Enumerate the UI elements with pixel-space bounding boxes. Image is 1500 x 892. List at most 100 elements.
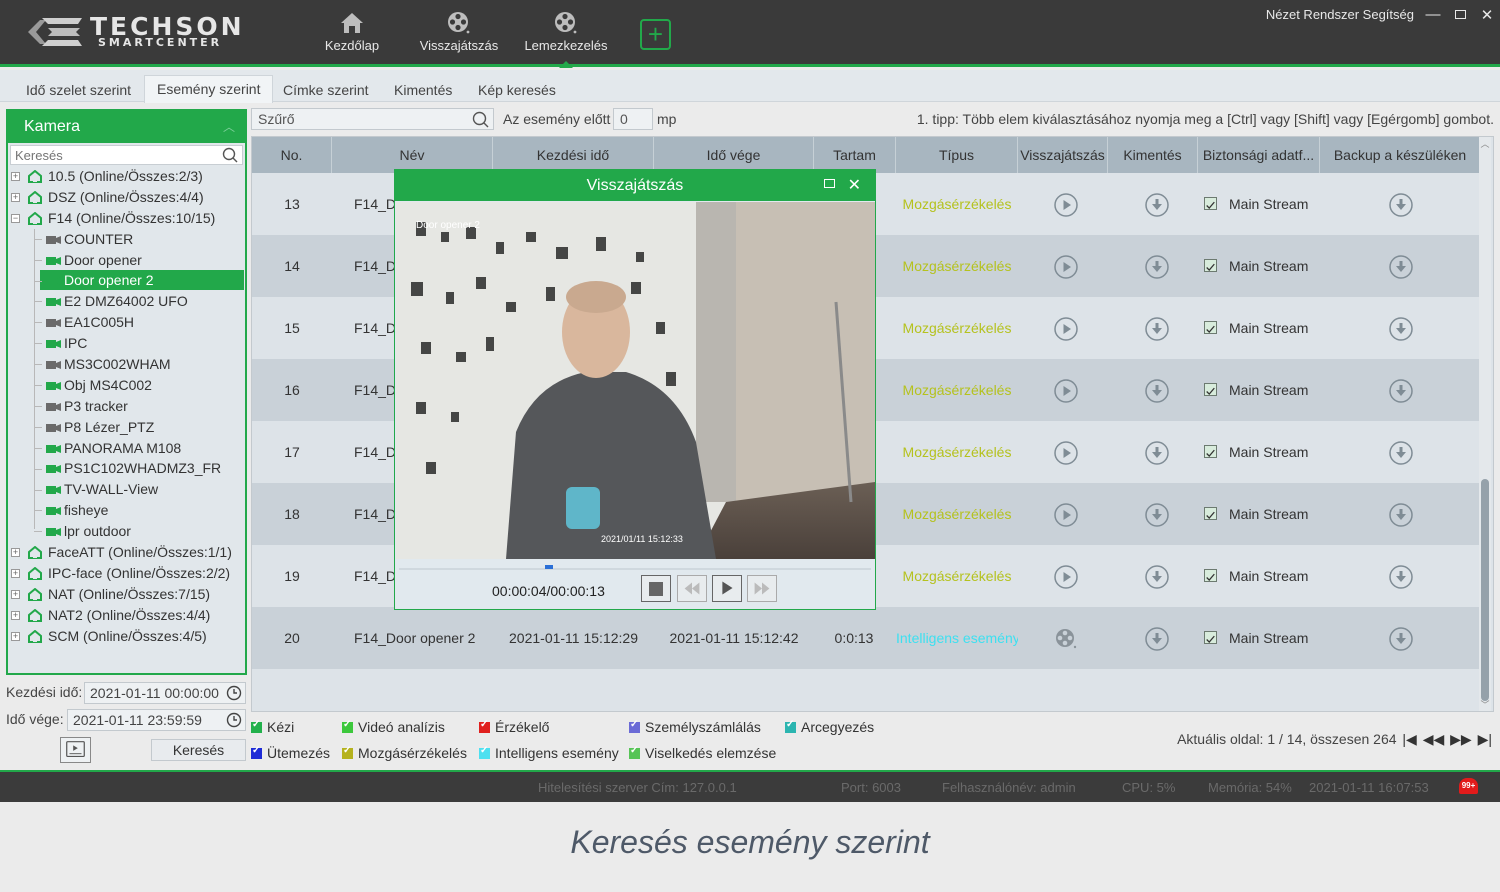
maximize-icon[interactable] <box>824 179 835 188</box>
add-tab-button[interactable]: + <box>640 19 671 50</box>
column-header[interactable]: Kimentés <box>1108 137 1198 173</box>
next-page-icon[interactable]: ▶▶ <box>1450 731 1472 748</box>
tree-camera-node[interactable]: E2 DMZ64002 UFO <box>8 291 245 312</box>
collapse-chevron-icon[interactable]: ︿ <box>223 111 235 143</box>
backup-stream-checkbox[interactable] <box>1204 445 1217 458</box>
legend-checkbox[interactable] <box>342 745 353 759</box>
play-circle-icon[interactable] <box>1054 193 1078 217</box>
progress-knob[interactable] <box>545 565 554 569</box>
alarm-badge[interactable]: 99+ <box>1459 778 1478 794</box>
expand-icon[interactable]: + <box>11 192 20 202</box>
legend-item[interactable]: Érzékelő <box>479 719 549 735</box>
camera-panel-header[interactable]: Kamera ︿ <box>8 111 245 143</box>
legend-item[interactable]: Kézi <box>251 719 294 735</box>
legend-checkbox[interactable] <box>251 745 262 759</box>
first-page-icon[interactable]: |◀ <box>1402 731 1416 748</box>
main-menu[interactable]: Nézet Rendszer Segítség <box>1266 7 1414 22</box>
device-backup-icon[interactable] <box>1389 503 1413 527</box>
tab-export[interactable]: Kimentés <box>382 77 464 103</box>
device-backup-icon[interactable] <box>1389 565 1413 589</box>
column-header[interactable]: Típus <box>896 137 1018 173</box>
legend-item[interactable]: Mozgásérzékelés <box>342 745 467 761</box>
camera-search[interactable] <box>10 145 243 165</box>
backup-stream-checkbox[interactable] <box>1204 383 1217 396</box>
expand-icon[interactable]: + <box>11 568 20 578</box>
playback-dialog-titlebar[interactable]: Visszajátszás ✕ <box>395 170 875 201</box>
backup-stream-checkbox[interactable] <box>1204 259 1217 272</box>
tree-camera-node[interactable]: TV-WALL-View <box>8 479 245 500</box>
tree-camera-node[interactable]: Door opener <box>8 250 245 271</box>
legend-checkbox[interactable] <box>629 745 640 759</box>
device-backup-icon[interactable] <box>1389 441 1413 465</box>
legend-checkbox[interactable] <box>479 745 490 759</box>
play-circle-icon[interactable] <box>1054 565 1078 589</box>
film-reel-icon[interactable] <box>1054 627 1078 651</box>
column-header[interactable]: Idő vége <box>654 137 814 173</box>
legend-item[interactable]: Viselkedés elemzése <box>629 745 776 761</box>
search-icon[interactable] <box>472 111 489 128</box>
legend-checkbox[interactable] <box>785 719 796 733</box>
maximize-button[interactable] <box>1450 6 1470 23</box>
play-button[interactable] <box>712 575 742 602</box>
tree-camera-node[interactable]: PS1C102WHADMZ3_FR <box>8 458 245 479</box>
tab-by-event[interactable]: Esemény szerint <box>144 75 274 103</box>
backup-stream-checkbox[interactable] <box>1204 321 1217 334</box>
clock-icon[interactable] <box>226 685 242 701</box>
last-page-icon[interactable]: ▶| <box>1478 731 1492 748</box>
tab-time-slice[interactable]: Idő szelet szerint <box>14 77 143 103</box>
device-backup-icon[interactable] <box>1389 379 1413 403</box>
tab-by-tag[interactable]: Címke szerint <box>271 77 381 103</box>
table-row[interactable]: 20 F14_Door opener 2 2021-01-11 15:12:29 20… <box>252 607 1481 669</box>
download-circle-icon[interactable] <box>1145 627 1169 651</box>
column-header[interactable]: Tartam <box>814 137 896 173</box>
column-header[interactable]: Backup a készüléken <box>1320 137 1481 173</box>
tree-camera-node[interactable]: P8 Lézer_PTZ <box>8 417 245 438</box>
pre-event-seconds-input[interactable]: 0 <box>613 108 653 130</box>
fast-forward-button[interactable] <box>747 575 777 602</box>
tree-site-node[interactable]: + SCM (Online/Összes:4/5) <box>8 626 245 647</box>
search-icon[interactable] <box>222 147 238 163</box>
nav-playback[interactable]: Visszajátszás <box>418 10 500 60</box>
minimize-button[interactable]: — <box>1423 6 1443 23</box>
download-circle-icon[interactable] <box>1145 193 1169 217</box>
column-header[interactable]: Név <box>332 137 493 173</box>
close-button[interactable]: ✕ <box>1477 6 1497 24</box>
play-circle-icon[interactable] <box>1054 379 1078 403</box>
legend-item[interactable]: Ütemezés <box>251 745 330 761</box>
collapse-icon[interactable]: − <box>11 213 20 223</box>
tree-site-node[interactable]: + NAT2 (Online/Összes:4/4) <box>8 605 245 626</box>
expand-icon[interactable]: + <box>11 172 20 181</box>
clock-icon[interactable] <box>226 712 242 728</box>
close-icon[interactable]: ✕ <box>848 170 861 201</box>
play-circle-icon[interactable] <box>1054 441 1078 465</box>
legend-checkbox[interactable] <box>251 719 262 733</box>
legend-checkbox[interactable] <box>479 719 490 733</box>
tree-camera-node[interactable]: Obj MS4C002 <box>8 375 245 396</box>
tree-camera-node[interactable]: P3 tracker <box>8 396 245 417</box>
legend-checkbox[interactable] <box>342 719 353 733</box>
tree-camera-node[interactable]: lpr outdoor <box>8 521 245 542</box>
tree-site-node[interactable]: + FaceATT (Online/Összes:1/1) <box>8 542 245 563</box>
device-backup-icon[interactable] <box>1389 317 1413 341</box>
device-backup-icon[interactable] <box>1389 255 1413 279</box>
stop-button[interactable] <box>641 575 671 602</box>
backup-stream-checkbox[interactable] <box>1204 569 1217 582</box>
expand-icon[interactable]: + <box>11 589 20 599</box>
tree-camera-node[interactable]: COUNTER <box>8 229 245 250</box>
column-header[interactable]: Kezdési idő <box>493 137 654 173</box>
download-circle-icon[interactable] <box>1145 503 1169 527</box>
backup-stream-checkbox[interactable] <box>1204 507 1217 520</box>
column-header[interactable]: No. <box>252 137 332 173</box>
download-circle-icon[interactable] <box>1145 317 1169 341</box>
scrollbar-thumb[interactable] <box>1481 479 1489 701</box>
column-header[interactable]: Biztonsági adatf... <box>1198 137 1320 173</box>
tree-camera-node[interactable]: MS3C002WHAM <box>8 354 245 375</box>
camera-search-input[interactable] <box>11 146 211 164</box>
playback-device-button[interactable] <box>60 737 91 763</box>
tab-image-search[interactable]: Kép keresés <box>466 77 568 103</box>
video-frame[interactable]: Door opener 2 2021/01/11 15:12:33 <box>396 202 875 559</box>
tree-camera-node[interactable]: EA1C005H <box>8 312 245 333</box>
tree-site-node[interactable]: + NAT (Online/Összes:7/15) <box>8 584 245 605</box>
backup-stream-checkbox[interactable] <box>1204 197 1217 210</box>
prev-page-icon[interactable]: ◀◀ <box>1423 731 1445 748</box>
